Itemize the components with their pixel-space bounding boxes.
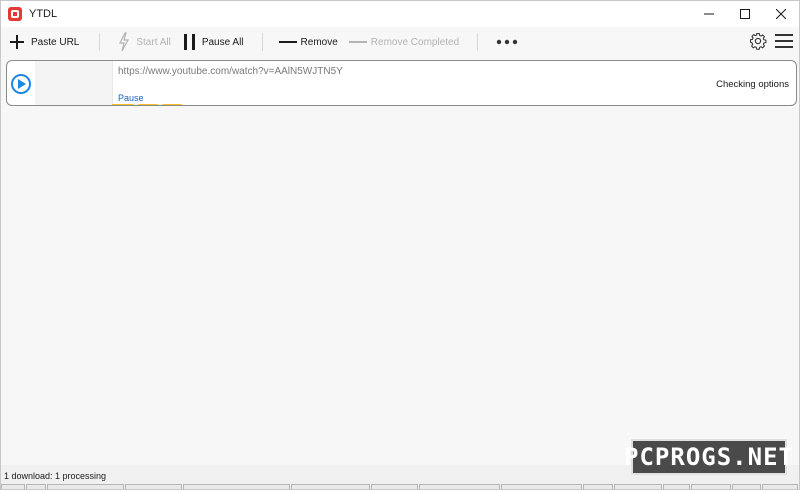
pause-all-label: Pause All — [201, 36, 244, 48]
close-button[interactable] — [763, 1, 799, 27]
play-button[interactable] — [11, 74, 31, 94]
hamburger-menu-icon — [775, 33, 793, 48]
more-horizontal-icon — [496, 39, 518, 45]
download-item[interactable]: https://www.youtube.com/watch?v=AAlN5WJT… — [6, 60, 797, 106]
start-all-label: Start All — [136, 36, 171, 48]
download-status: Checking options — [716, 79, 789, 90]
minus-icon — [278, 40, 297, 44]
watermark-logo: PCPROGS.NET — [624, 439, 793, 475]
remove-label: Remove — [300, 36, 338, 48]
close-icon — [776, 9, 786, 19]
status-text: 1 download: 1 processing — [4, 471, 107, 481]
paste-url-label: Paste URL — [31, 36, 80, 48]
window-title: YTDL — [29, 8, 58, 20]
minimize-icon — [704, 13, 714, 15]
remove-button[interactable]: Remove — [278, 27, 338, 57]
title-bar: YTDL — [1, 1, 799, 27]
menu-button[interactable] — [775, 33, 793, 52]
gear-icon — [749, 32, 767, 50]
minus-icon — [348, 40, 367, 44]
paste-url-button[interactable]: Paste URL — [9, 27, 79, 57]
pause-link[interactable]: Pause — [118, 93, 144, 103]
toolbar: Paste URL Start All Pause All Remove Rem… — [1, 27, 799, 57]
window-controls — [691, 1, 799, 27]
app-window: YTDL Paste URL Start All Pause All Remov… — [0, 0, 800, 490]
toolbar-separator — [477, 33, 479, 51]
download-url: https://www.youtube.com/watch?v=AAlN5WJT… — [118, 66, 343, 77]
pause-all-button[interactable]: Pause All — [183, 27, 244, 57]
play-icon — [18, 79, 26, 89]
pause-icon — [183, 33, 197, 51]
video-thumbnail — [35, 61, 113, 105]
more-button[interactable] — [496, 27, 518, 57]
status-bar-cells — [1, 484, 799, 489]
toolbar-separator — [261, 33, 263, 51]
toolbar-separator — [99, 33, 101, 51]
remove-completed-label: Remove Completed — [370, 36, 460, 48]
lightning-icon — [118, 32, 130, 52]
maximize-icon — [740, 9, 750, 19]
app-logo-icon — [8, 7, 22, 21]
maximize-button[interactable] — [727, 1, 763, 27]
toolbar-right — [749, 27, 793, 57]
settings-button[interactable] — [749, 32, 767, 53]
start-all-button[interactable]: Start All — [118, 27, 171, 57]
remove-completed-button[interactable]: Remove Completed — [348, 27, 460, 57]
download-list: https://www.youtube.com/watch?v=AAlN5WJT… — [5, 59, 797, 467]
plus-icon — [9, 34, 25, 50]
progress-indicator — [112, 104, 182, 105]
minimize-button[interactable] — [691, 1, 727, 27]
